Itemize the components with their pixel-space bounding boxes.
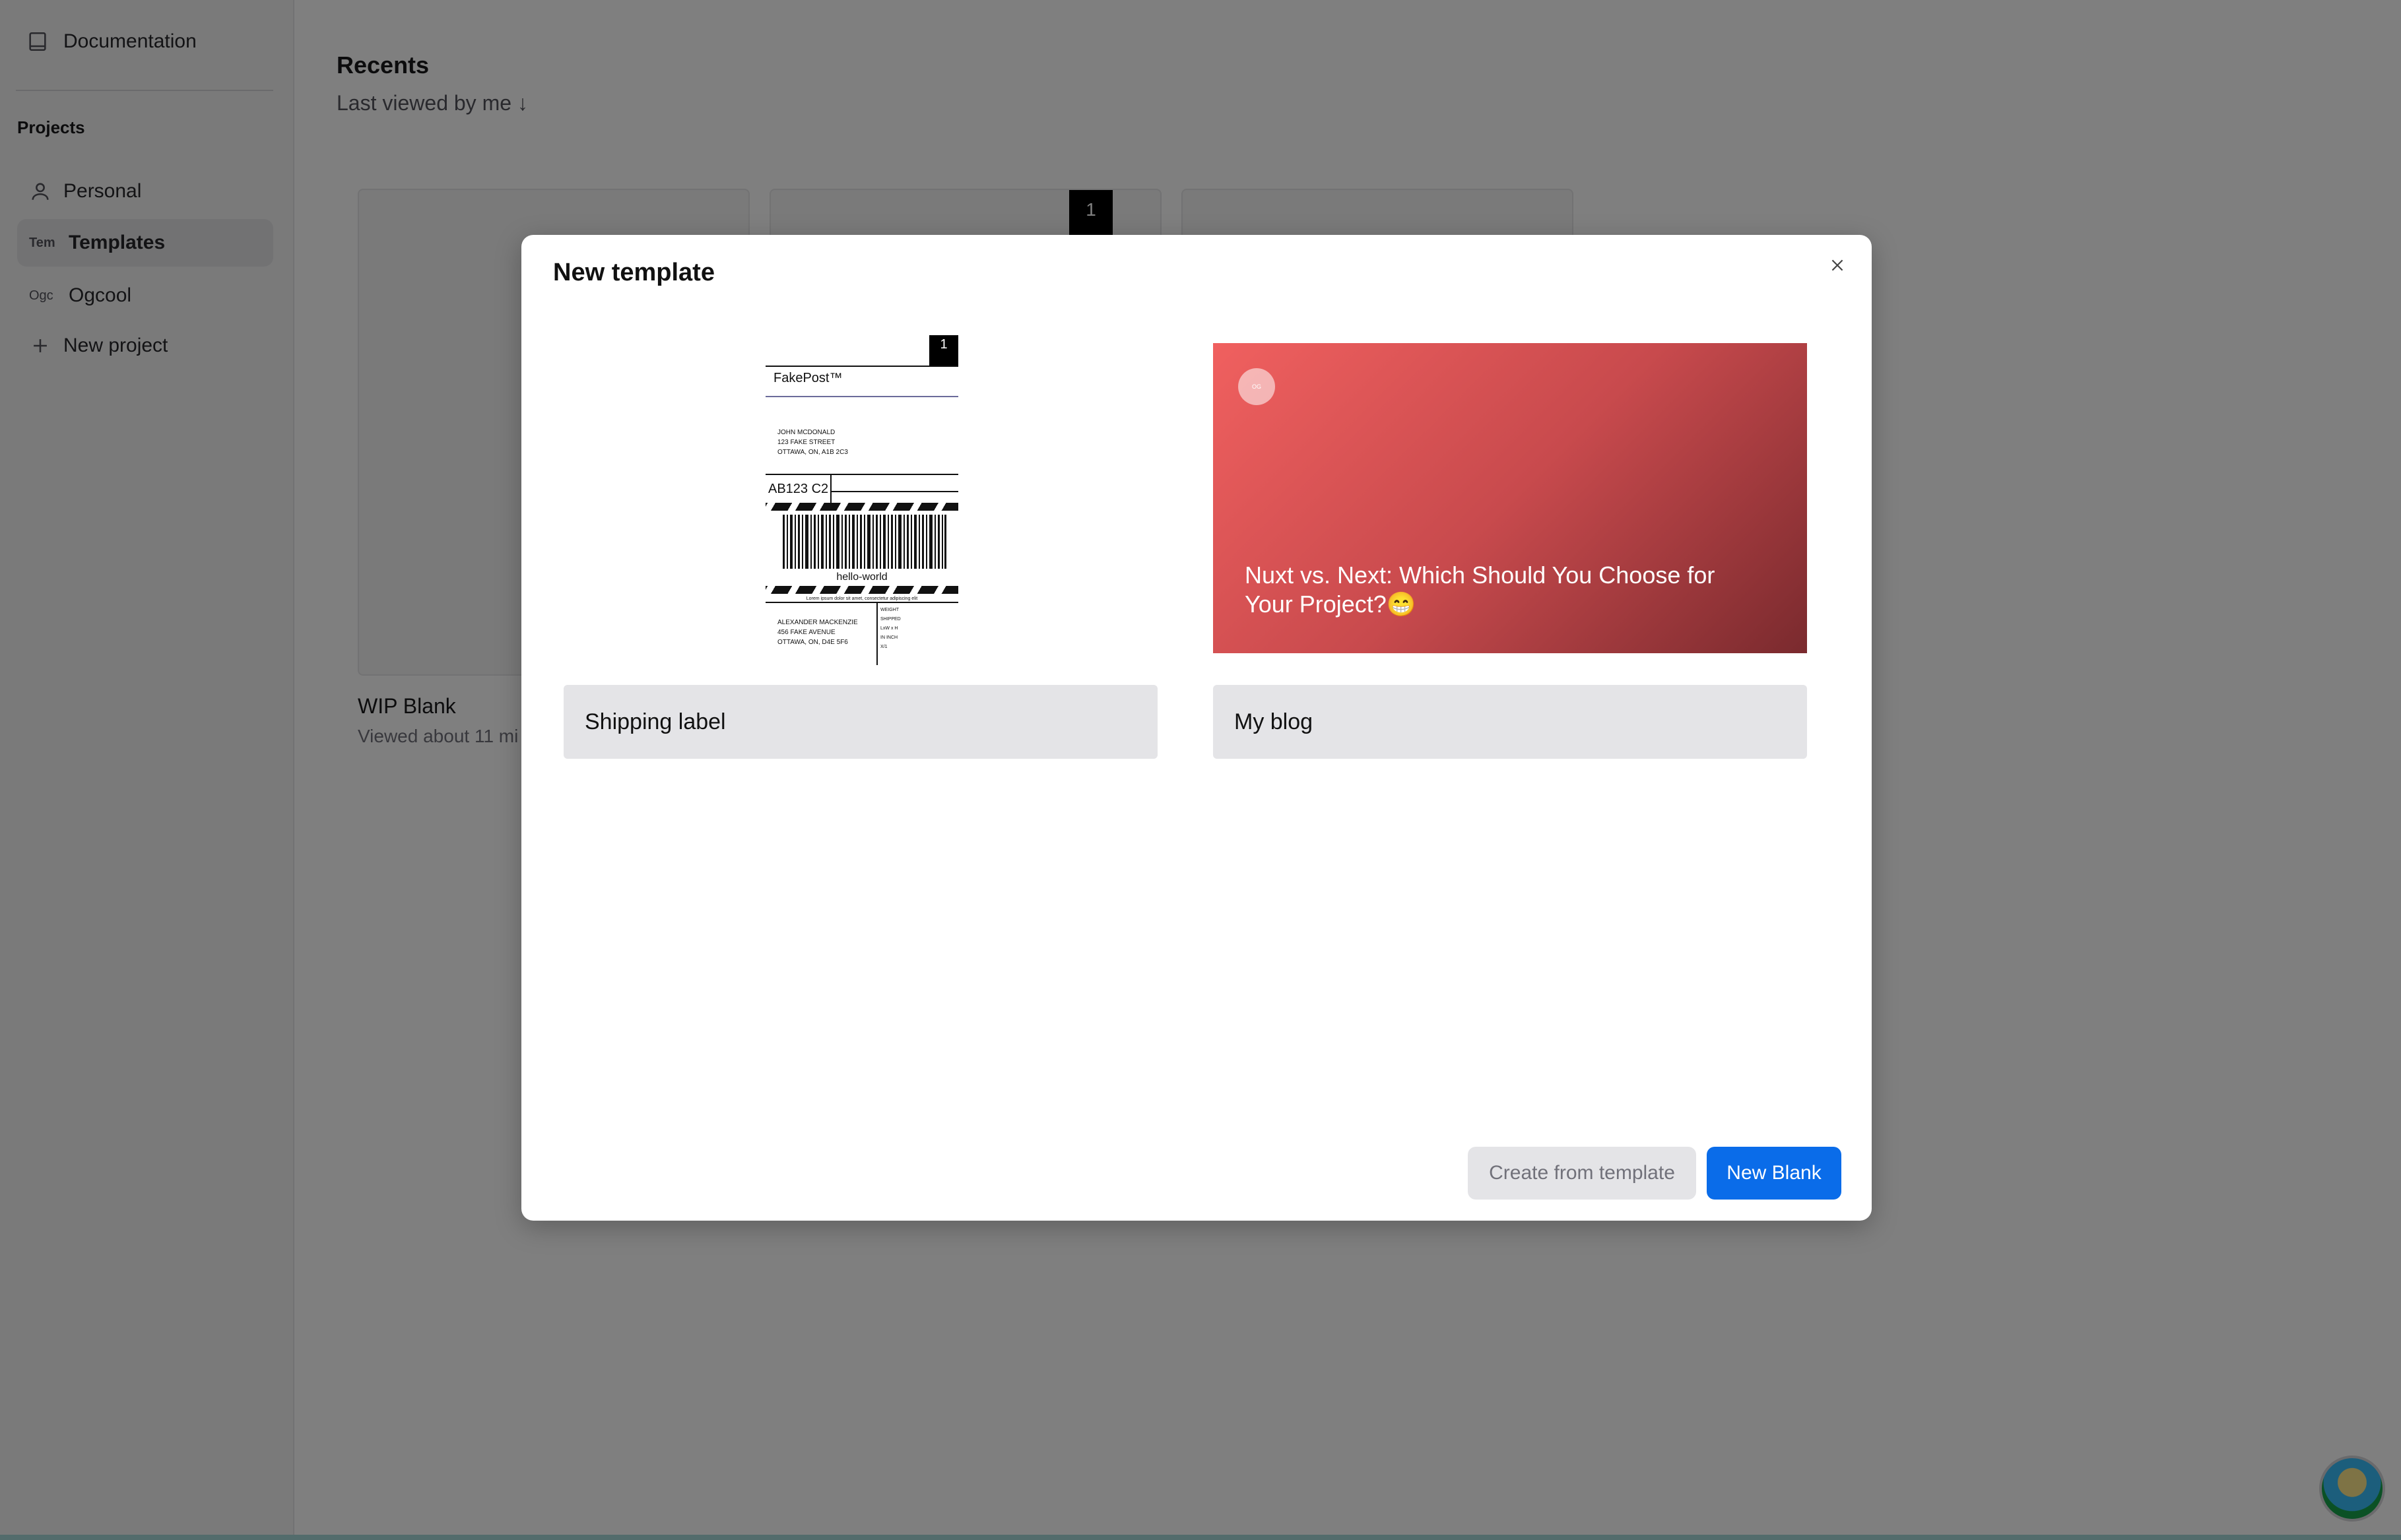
close-icon [1831, 259, 1843, 271]
dialog-title: New template [553, 259, 715, 286]
template-preview: 1 FakePost™ JOHN MCDONALD 123 FAKE STREE… [564, 335, 1158, 665]
to-address: ALEXANDER MACKENZIE 456 FAKE AVENUE OTTA… [777, 619, 858, 646]
divider [766, 366, 958, 367]
divider [876, 602, 878, 665]
postal-code: AB123 C2 [768, 482, 829, 496]
carrier-name: FakePost™ [773, 371, 843, 385]
template-preview: OG Nuxt vs. Next: Which Should You Choos… [1213, 335, 1807, 653]
stripe-band [766, 503, 958, 511]
new-blank-button[interactable]: New Blank [1707, 1147, 1841, 1200]
template-label: My blog [1213, 685, 1807, 759]
page-number: 1 [929, 335, 958, 367]
close-button[interactable] [1820, 248, 1855, 282]
side-info: WEIGHT SHIPPED LxW x H IN INCH X/1 [880, 608, 901, 649]
barcode-text: hello-world [836, 571, 888, 583]
shipping-label-preview: 1 FakePost™ JOHN MCDONALD 123 FAKE STREE… [766, 335, 958, 665]
stripe-band [766, 586, 958, 594]
blog-preview: OG Nuxt vs. Next: Which Should You Choos… [1213, 343, 1807, 653]
divider [766, 602, 958, 603]
divider [830, 491, 958, 492]
template-label: Shipping label [564, 685, 1158, 759]
new-template-dialog: New template 1 FakePost™ JOHN MCDONALD 1… [521, 235, 1872, 1221]
create-from-template-button[interactable]: Create from template [1468, 1147, 1696, 1200]
fine-print: Lorem ipsum dolor sit amet, consectetur … [806, 596, 918, 601]
divider [766, 396, 958, 397]
avatar: OG [1238, 368, 1275, 405]
from-address: JOHN MCDONALD 123 FAKE STREET OTTAWA, ON… [777, 429, 848, 456]
barcode [783, 515, 946, 569]
blog-headline: Nuxt vs. Next: Which Should You Choose f… [1245, 561, 1715, 618]
